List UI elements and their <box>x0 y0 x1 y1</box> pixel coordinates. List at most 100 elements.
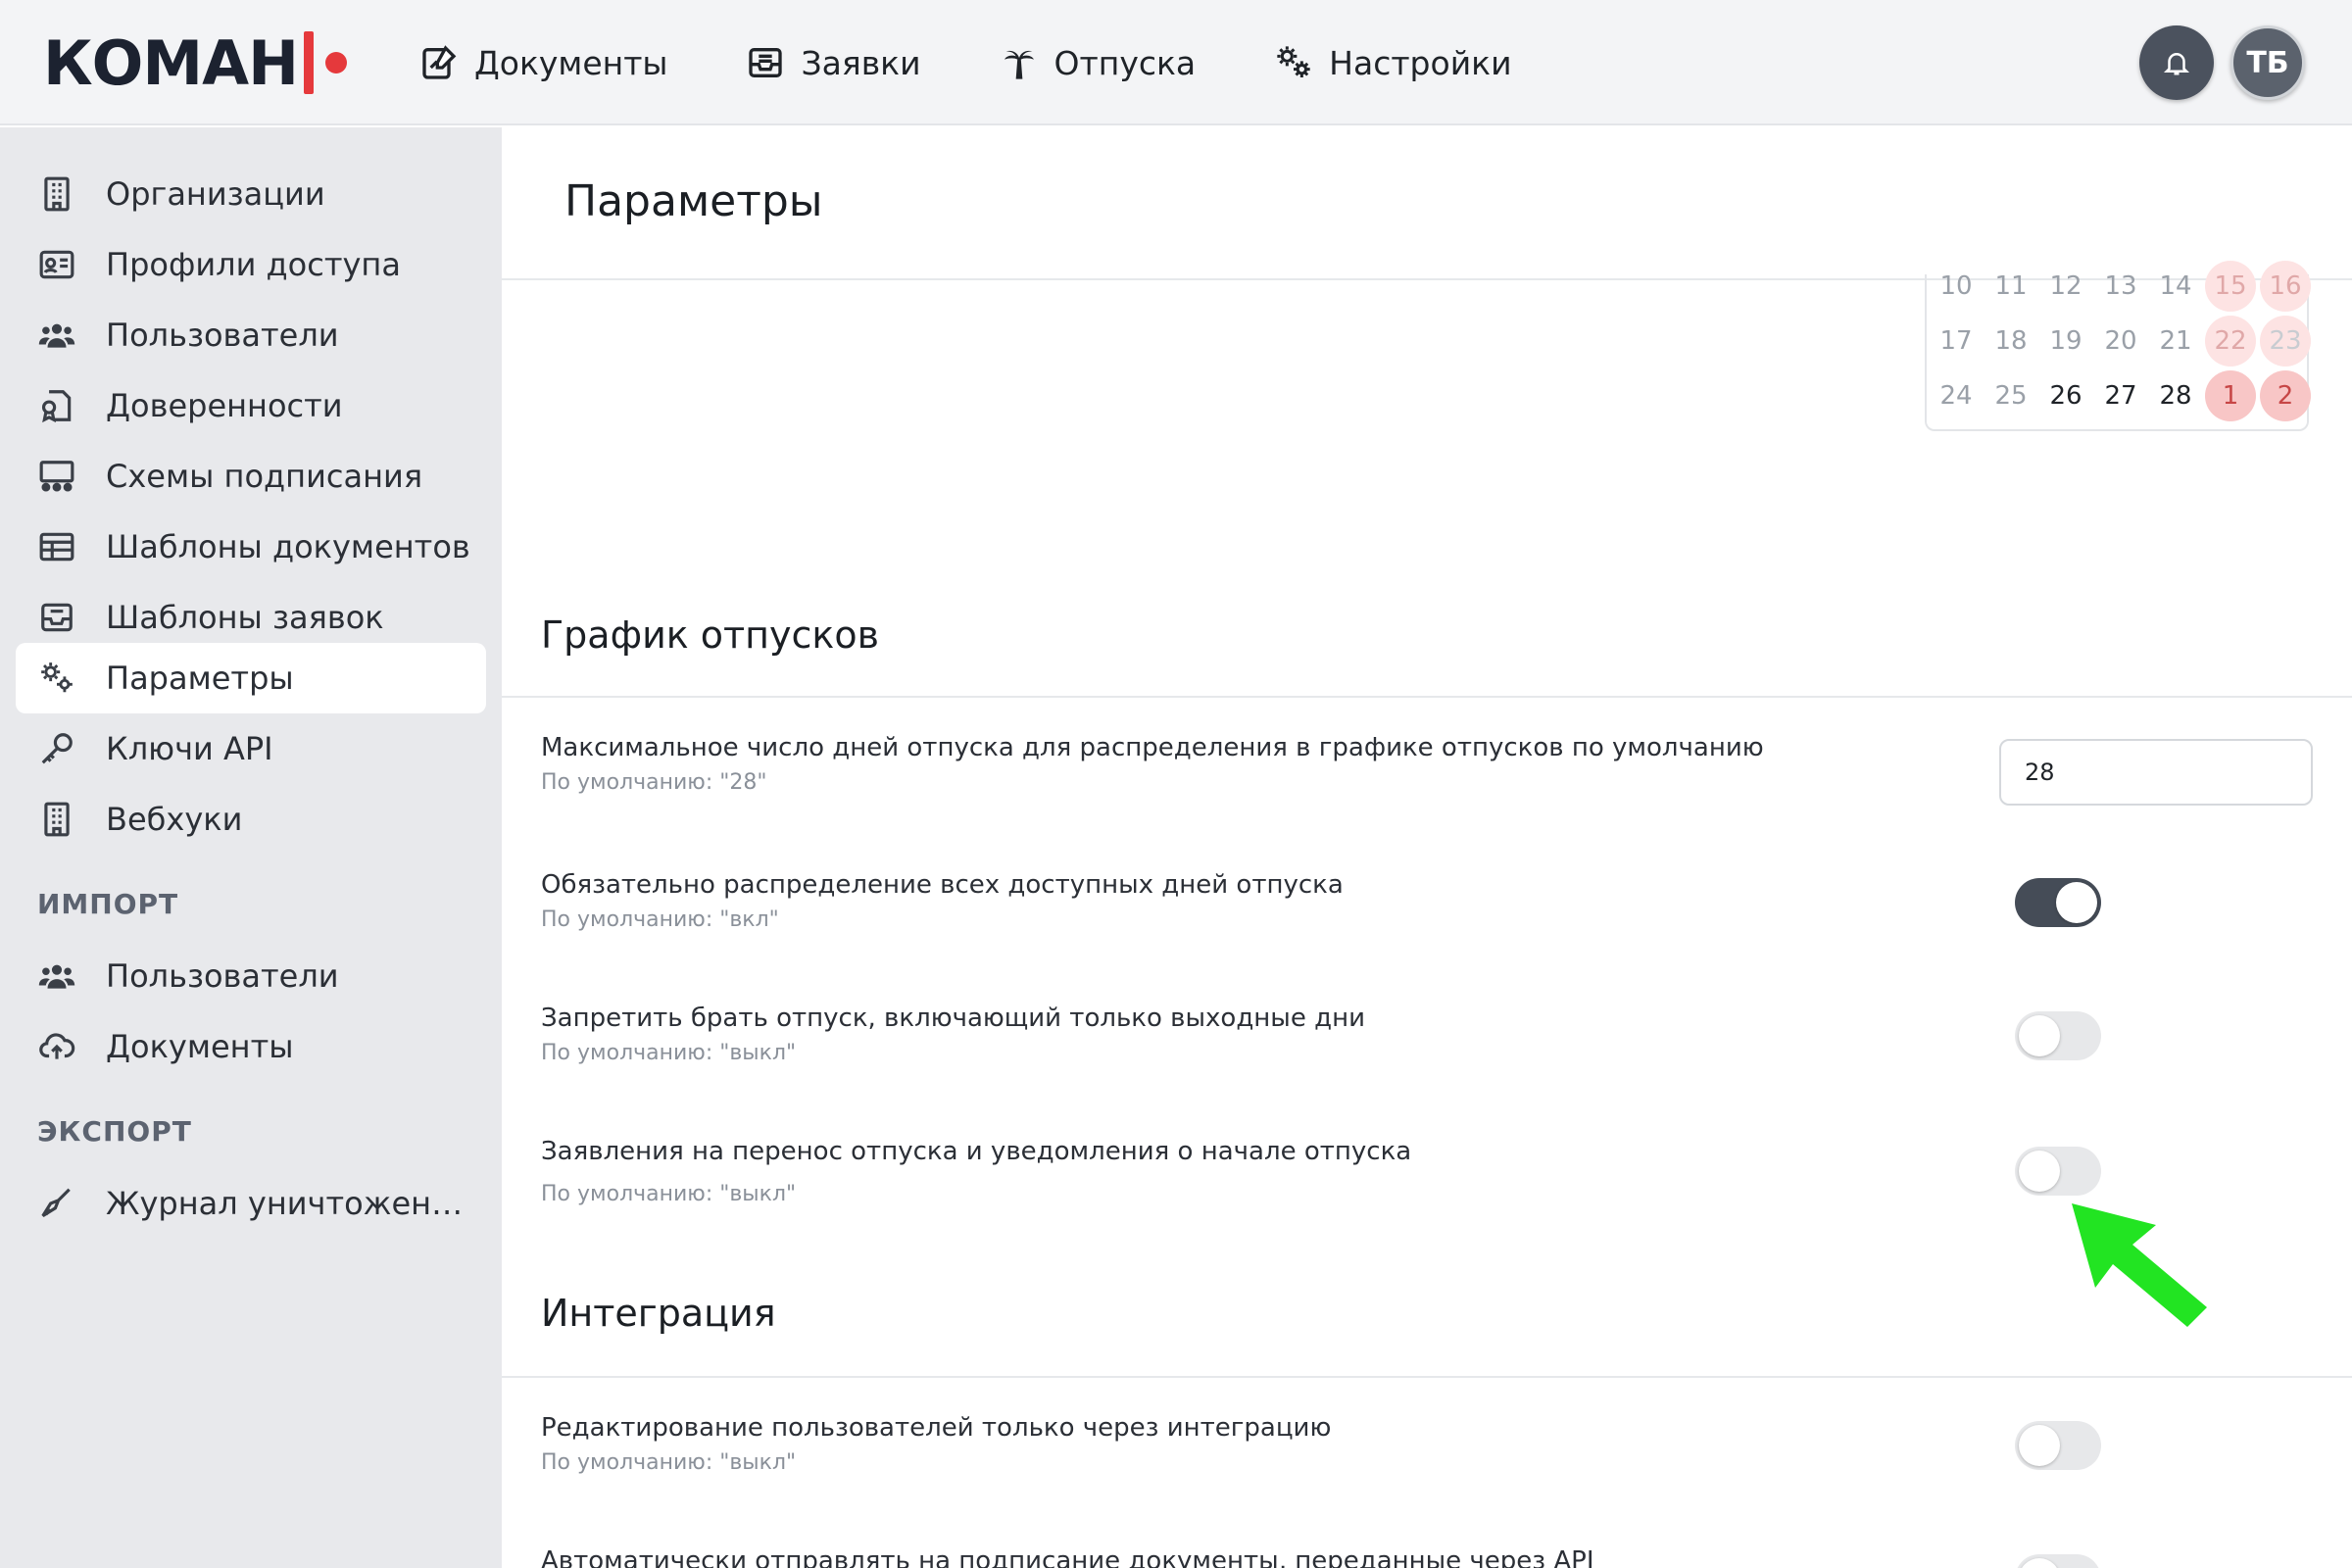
main-content: Параметры 10 11 12 13 14 15 16 17 18 19 … <box>502 127 2352 1568</box>
pointer-arrow-shape <box>2072 1203 2207 1327</box>
sidebar-item-api-keys[interactable]: Ключи API <box>16 713 486 784</box>
sidebar-item-document-templates[interactable]: Шаблоны документов <box>16 512 486 582</box>
nav-vacations[interactable]: Отпуска <box>1000 43 1196 82</box>
logo-dot <box>324 52 347 74</box>
building-icon <box>37 174 76 214</box>
toggle-transfer-requests[interactable] <box>2015 1147 2101 1196</box>
calendar-day[interactable]: 17 <box>1931 316 1982 367</box>
setting-label-transfer-requests: Заявления на перенос отпуска и уведомлен… <box>541 1137 1412 1166</box>
logo-bar <box>303 31 314 94</box>
toggle-knob <box>2019 1558 2060 1568</box>
calendar-day[interactable]: 11 <box>1985 261 2036 312</box>
calendar-day[interactable]: 14 <box>2150 261 2201 312</box>
key-icon <box>37 729 76 768</box>
calendar-day[interactable]: 27 <box>2095 370 2146 421</box>
toggle-edit-users[interactable] <box>2015 1421 2101 1470</box>
pointer-arrow-icon <box>2072 1203 2207 1327</box>
palm-tree-icon <box>1004 50 1034 79</box>
sidebar-item-organizations[interactable]: Организации <box>16 159 486 229</box>
nav-requests[interactable]: Заявки <box>746 43 921 82</box>
sidebar: Организации Профили доступа Пользователи… <box>0 127 502 1568</box>
nav-documents[interactable]: Документы <box>419 43 667 82</box>
setting-default-distribute-all: По умолчанию: "вкл" <box>541 907 779 932</box>
sidebar-item-label: Организации <box>106 175 325 213</box>
calendar-day-weekend[interactable]: 16 <box>2260 261 2311 312</box>
setting-label-distribute-all: Обязательно распределение всех доступных… <box>541 870 1344 900</box>
sidebar-item-label: Пользователи <box>106 317 339 354</box>
calendar-day-weekend[interactable]: 15 <box>2205 261 2256 312</box>
toggle-distribute-all[interactable] <box>2015 878 2101 927</box>
setting-default-max-days: По умолчанию: "28" <box>541 770 767 795</box>
users-icon <box>37 316 76 355</box>
nav-documents-label: Документы <box>474 43 668 82</box>
sidebar-item-label: Журнал уничтожения … <box>106 1185 478 1222</box>
calendar-day-weekend[interactable]: 2 <box>2260 370 2311 421</box>
sidebar-item-label: Доверенности <box>106 387 343 424</box>
sidebar-item-webhooks[interactable]: Вебхуки <box>16 784 486 855</box>
logo[interactable]: КОМАН <box>43 26 347 99</box>
toggle-knob <box>2019 1151 2060 1192</box>
sidebar-section-import: ИМПОРТ <box>37 888 179 920</box>
setting-label-edit-users: Редактирование пользователей только чере… <box>541 1413 1332 1443</box>
sidebar-item-label: Документы <box>106 1028 294 1065</box>
calendar-day-weekend[interactable]: 22 <box>2205 316 2256 367</box>
calendar-day[interactable]: 26 <box>2040 370 2091 421</box>
calendar-day[interactable]: 25 <box>1985 370 2036 421</box>
sidebar-item-users[interactable]: Пользователи <box>16 300 486 370</box>
calendar-day[interactable]: 10 <box>1931 261 1982 312</box>
setting-default-edit-users: По умолчанию: "выкл" <box>541 1450 797 1475</box>
setting-label-forbid-weekend: Запретить брать отпуск, включающий тольк… <box>541 1004 1365 1033</box>
calendar-day[interactable]: 24 <box>1931 370 1982 421</box>
notifications-button[interactable] <box>2139 25 2214 100</box>
sidebar-item-parameters[interactable]: Параметры <box>16 643 486 713</box>
toggle-auto-send[interactable] <box>2015 1554 2101 1568</box>
sidebar-item-powers-of-attorney[interactable]: Доверенности <box>16 370 486 441</box>
sidebar-item-access-profiles[interactable]: Профили доступа <box>16 229 486 300</box>
sidebar-item-import-documents[interactable]: Документы <box>16 1011 486 1082</box>
logo-text: КОМАН <box>43 26 299 99</box>
toggle-forbid-weekend[interactable] <box>2015 1011 2101 1060</box>
gears-icon <box>1277 46 1310 77</box>
bell-icon <box>2163 53 2190 75</box>
sidebar-section-export: ЭКСПОРТ <box>37 1115 192 1148</box>
toggle-knob <box>2056 882 2097 923</box>
calendar-day[interactable]: 12 <box>2040 261 2091 312</box>
section-divider <box>502 1376 2352 1378</box>
top-header: КОМАН Документы Заявки Отпуска Настройки… <box>0 0 2352 125</box>
signing-scheme-icon <box>37 457 76 496</box>
calendar-day-weekend[interactable]: 23 <box>2260 316 2311 367</box>
gears-icon <box>37 659 76 698</box>
building-icon <box>37 800 76 839</box>
sidebar-item-label: Вебхуки <box>106 801 243 838</box>
setting-default-transfer-requests: По умолчанию: "выкл" <box>541 1182 797 1206</box>
nav-requests-label: Заявки <box>801 43 921 82</box>
setting-default-forbid-weekend: По умолчанию: "выкл" <box>541 1041 797 1065</box>
calendar-day[interactable]: 28 <box>2150 370 2201 421</box>
calendar-day[interactable]: 18 <box>1985 316 2036 367</box>
toggle-knob <box>2019 1425 2060 1466</box>
sidebar-item-import-users[interactable]: Пользователи <box>16 941 486 1011</box>
sidebar-item-label: Шаблоны заявок <box>106 599 384 636</box>
calendar-day[interactable]: 19 <box>2040 316 2091 367</box>
table-icon <box>37 527 76 566</box>
avatar[interactable]: ТБ <box>2230 25 2305 100</box>
certificate-icon <box>37 386 76 425</box>
section-divider <box>502 696 2352 698</box>
calendar-day[interactable]: 13 <box>2095 261 2146 312</box>
section-title-integration: Интеграция <box>541 1292 776 1335</box>
sidebar-item-label: Профили доступа <box>106 246 401 283</box>
toggle-knob <box>2019 1015 2060 1056</box>
nav-settings[interactable]: Настройки <box>1274 43 1512 82</box>
calendar-day[interactable]: 20 <box>2095 316 2146 367</box>
calendar-day[interactable]: 21 <box>2150 316 2201 367</box>
setting-label-max-days: Максимальное число дней отпуска для расп… <box>541 733 1764 762</box>
sidebar-item-label: Ключи API <box>106 730 273 767</box>
sidebar-item-signing-schemes[interactable]: Схемы подписания <box>16 441 486 512</box>
sidebar-item-label: Схемы подписания <box>106 458 423 495</box>
section-title-vacation-schedule: График отпусков <box>541 613 880 657</box>
sidebar-item-label: Шаблоны документов <box>106 528 470 565</box>
cloud-upload-icon <box>37 1027 76 1066</box>
max-days-input[interactable] <box>1999 739 2313 806</box>
calendar-day-weekend[interactable]: 1 <box>2205 370 2256 421</box>
sidebar-item-destruction-log[interactable]: Журнал уничтожения … <box>16 1168 486 1239</box>
